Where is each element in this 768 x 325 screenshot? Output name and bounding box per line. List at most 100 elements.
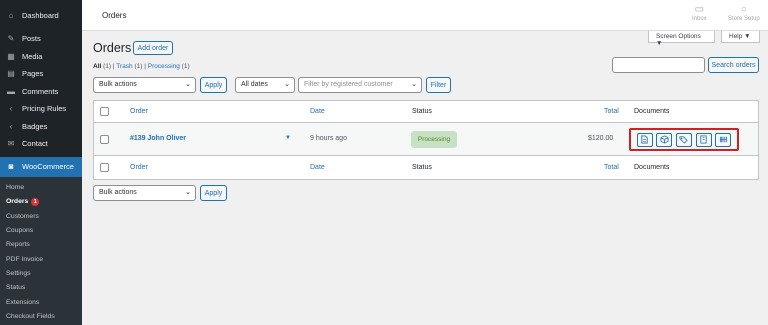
customer-filter-select[interactable]: Filter by registered customer ⌄: [298, 77, 422, 93]
filter-trash[interactable]: Trash: [116, 63, 132, 70]
page-title: Orders: [93, 41, 132, 55]
bulk-actions-select-top[interactable]: Bulk actions ⌄: [93, 77, 196, 93]
filter-separator: |: [144, 63, 146, 70]
filter-button[interactable]: Filter: [426, 77, 451, 93]
menu-item-contact[interactable]: ✉ Contact: [0, 135, 82, 153]
submenu-item-customers[interactable]: Customers: [0, 209, 82, 223]
invoice-button[interactable]: [636, 132, 653, 147]
status-badge: Processing: [411, 131, 457, 148]
column-status: Status: [412, 164, 432, 171]
filter-all[interactable]: All: [93, 63, 101, 70]
submenu-label: Coupons: [6, 227, 34, 235]
menu-item-comments[interactable]: ▬ Comments: [0, 83, 82, 101]
column-order[interactable]: Order: [130, 108, 148, 115]
submenu-label: Settings: [6, 269, 31, 277]
chevron-down-icon: ⌄: [185, 189, 191, 196]
column-date[interactable]: Date: [310, 108, 325, 115]
woocommerce-submenu: Home Orders 1 Customers Coupons Reports …: [0, 176, 82, 325]
dates-value: All dates: [241, 81, 268, 88]
menu-item-label: Pages: [22, 69, 44, 79]
media-icon: ▦: [7, 51, 15, 61]
barcode-icon: [719, 136, 727, 143]
search-orders-button[interactable]: Search orders: [708, 57, 759, 73]
menu-item-label: Media: [22, 51, 43, 61]
woocommerce-header: Orders ▭ Inbox ○ Store Setup: [82, 0, 768, 31]
bulk-actions-select-bottom[interactable]: Bulk actions ⌄: [93, 185, 196, 201]
submenu-label: Orders: [6, 198, 29, 206]
order-total: $120.00: [588, 135, 614, 142]
pin-icon: ✎: [7, 34, 15, 44]
status-label: Processing: [417, 136, 451, 143]
filter-trash-count: (1): [134, 63, 143, 70]
orders-count-badge: 1: [31, 197, 40, 206]
column-order[interactable]: Order: [130, 164, 148, 171]
dates-select[interactable]: All dates ⌄: [235, 77, 295, 93]
select-all-checkbox-bottom[interactable]: [100, 163, 109, 172]
apply-button-bottom[interactable]: Apply: [200, 185, 227, 201]
screen-options-button[interactable]: Screen Options ▼: [648, 31, 715, 47]
menu-item-pricing-rules[interactable]: ‹ Pricing Rules: [0, 100, 82, 118]
menu-item-posts[interactable]: ✎ Posts: [0, 30, 82, 48]
eye-icon[interactable]: ▼: [285, 135, 291, 141]
comments-icon: ▬: [7, 86, 15, 96]
menu-item-dashboard[interactable]: ⌂ Dashboard: [0, 0, 82, 30]
submenu-label: Reports: [6, 241, 30, 249]
menu-item-label: Posts: [22, 34, 41, 44]
column-status: Status: [412, 108, 432, 115]
woo-icon: ◙: [8, 162, 14, 171]
chevron-left-icon: ‹: [9, 104, 13, 114]
header-title: Orders: [102, 11, 127, 20]
submenu-item-orders[interactable]: Orders 1: [0, 195, 82, 209]
menu-item-label: Pricing Rules: [22, 104, 67, 114]
document-actions: [629, 128, 739, 151]
help-button[interactable]: Help ▼: [721, 31, 760, 43]
menu-item-label: Badges: [22, 121, 48, 131]
column-total[interactable]: Total: [604, 164, 619, 171]
filter-processing[interactable]: Processing: [148, 63, 180, 70]
select-all-checkbox[interactable]: [100, 107, 109, 116]
column-date[interactable]: Date: [310, 164, 325, 171]
menu-item-woocommerce[interactable]: ◙ WooCommerce: [0, 156, 82, 177]
submenu-label: Checkout Fields: [6, 312, 55, 320]
chevron-down-icon: ⌄: [284, 81, 290, 88]
row-checkbox[interactable]: [100, 135, 109, 144]
store-setup-button[interactable]: ○ Store Setup: [728, 4, 760, 22]
search-input[interactable]: [612, 57, 705, 73]
bulk-actions-value: Bulk actions: [99, 189, 137, 196]
menu-item-pages[interactable]: ▤ Pages: [0, 65, 82, 83]
filter-processing-count: (1): [181, 63, 190, 70]
pages-icon: ▤: [7, 69, 15, 79]
menu-item-badges[interactable]: ‹ Badges: [0, 118, 82, 136]
barcode-button[interactable]: [715, 132, 732, 147]
bulk-actions-value: Bulk actions: [99, 81, 137, 88]
submenu-item-reports[interactable]: Reports: [0, 238, 82, 252]
submenu-item-settings[interactable]: Settings: [0, 266, 82, 280]
delivery-note-button[interactable]: [695, 132, 712, 147]
admin-sidebar: ⌂ Dashboard ✎ Posts ▦ Media ▤ Pages ▬ Co…: [0, 0, 82, 325]
submenu-item-status[interactable]: Status: [0, 281, 82, 295]
inbox-button[interactable]: ▭ Inbox: [692, 4, 707, 22]
menu-item-media[interactable]: ▦ Media: [0, 48, 82, 66]
submenu-label: Home: [6, 184, 25, 192]
menu-item-label: Dashboard: [22, 10, 59, 20]
packing-slip-button[interactable]: [656, 132, 673, 147]
menu-item-label: WooCommerce: [22, 162, 74, 171]
submenu-item-extensions[interactable]: Extensions: [0, 295, 82, 309]
chevron-down-icon: ⌄: [411, 81, 417, 88]
apply-button-top[interactable]: Apply: [200, 77, 227, 93]
add-order-button[interactable]: Add order: [133, 41, 173, 55]
order-link[interactable]: #139 John Oliver: [130, 135, 186, 142]
submenu-item-pdf-invoice[interactable]: PDF Invoice: [0, 252, 82, 266]
filter-all-count: (1): [103, 63, 112, 70]
delivery-note-icon: [700, 135, 707, 144]
mail-icon: ✉: [7, 139, 15, 149]
column-total[interactable]: Total: [604, 108, 619, 115]
submenu-item-coupons[interactable]: Coupons: [0, 223, 82, 237]
table-row[interactable]: #139 John Oliver ▼ 9 hours ago Processin…: [94, 123, 758, 156]
submenu-label: PDF Invoice: [6, 255, 44, 263]
dashboard-icon: ⌂: [8, 10, 14, 20]
submenu-item-home[interactable]: Home: [0, 181, 82, 195]
submenu-label: Status: [6, 284, 26, 292]
submenu-item-checkout-fields[interactable]: Checkout Fields: [0, 309, 82, 323]
label-button[interactable]: [675, 132, 692, 147]
